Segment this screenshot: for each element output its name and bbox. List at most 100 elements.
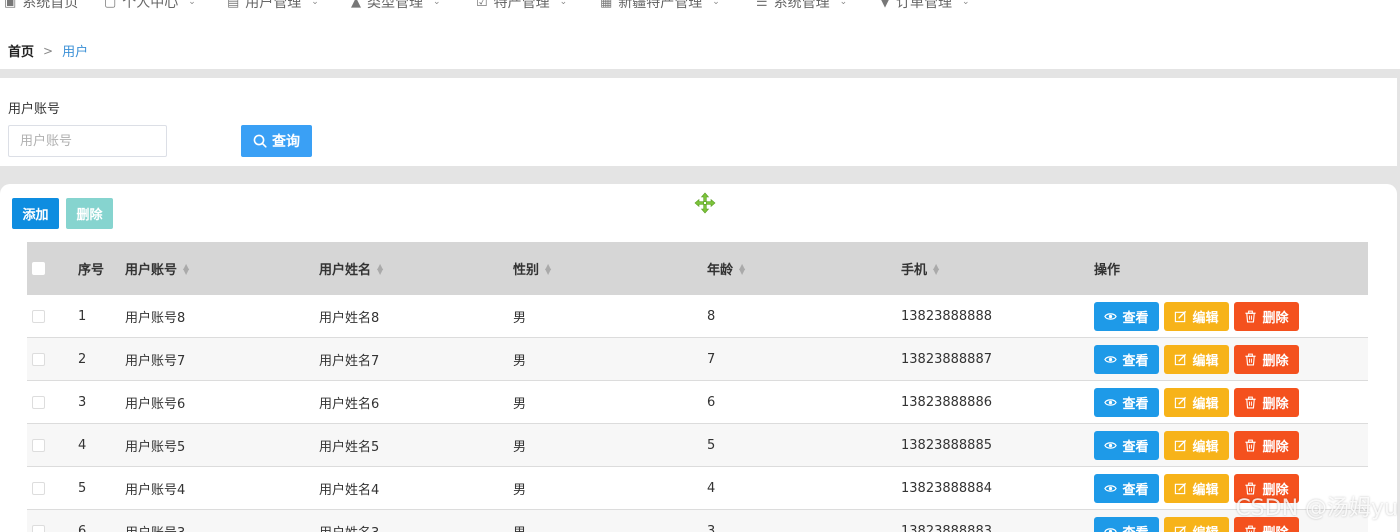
table-row[interactable]: 6 用户账号3 用户姓名3 男 3 13823888883 查看 编辑 删除 (27, 510, 1368, 532)
row-checkbox[interactable] (32, 524, 45, 532)
cell-actions: 查看 编辑 删除 (1094, 338, 1299, 380)
row-checkbox-cell (32, 381, 45, 423)
table-row[interactable]: 2 用户账号7 用户姓名7 男 7 13823888887 查看 编辑 删除 (27, 338, 1368, 381)
nav-item-label: 新疆特产管理 (618, 0, 703, 11)
cell-age: 5 (707, 437, 716, 453)
nav-item-label: 个人中心 (122, 0, 179, 11)
nav-item-label: 系统管理 (773, 0, 830, 11)
delete-button[interactable]: 删除 (1234, 430, 1299, 460)
cell-name: 用户姓名6 (319, 396, 380, 412)
edit-button-label: 编辑 (1192, 439, 1219, 455)
column-header-phone[interactable]: 手机 ▲ ▼ (901, 242, 939, 295)
eye-icon (1104, 484, 1118, 492)
cell-account: 用户账号3 (125, 510, 185, 532)
view-button[interactable]: 查看 (1094, 387, 1159, 417)
cell-name: 用户姓名4 (319, 482, 380, 498)
row-checkbox-cell (32, 295, 45, 337)
view-button[interactable]: 查看 (1094, 473, 1159, 503)
edit-button[interactable]: 编辑 (1164, 387, 1229, 417)
delete-button[interactable]: 删除 (1234, 344, 1299, 374)
table-row[interactable]: 4 用户账号5 用户姓名5 男 5 13823888885 查看 编辑 删除 (27, 424, 1368, 467)
trash-icon (1245, 353, 1257, 365)
cell-name: 用户姓名7 (319, 353, 380, 369)
column-header-age[interactable]: 年龄 ▲ ▼ (707, 242, 745, 295)
sort-icon[interactable]: ▲ ▼ (377, 262, 383, 275)
nav-item-home[interactable]: ▣ 系统首页 (4, 0, 78, 13)
eye-icon (1104, 441, 1118, 449)
select-all-checkbox[interactable] (32, 262, 45, 275)
cell-index: 5 (78, 480, 87, 496)
cell-account: 用户账号4 (125, 482, 186, 498)
row-checkbox-cell (32, 510, 45, 532)
row-checkbox-cell (32, 424, 45, 466)
cell-phone: 13823888884 (901, 480, 992, 496)
breadcrumb-home[interactable]: 首页 (8, 41, 34, 60)
sort-icon[interactable]: ▲ ▼ (545, 262, 551, 275)
search-button-label: 查询 (272, 134, 300, 150)
view-button-label: 查看 (1122, 482, 1149, 498)
batch-delete-button[interactable]: 删除 (66, 198, 113, 229)
sort-icon[interactable]: ▲ ▼ (183, 262, 189, 275)
cell-gender: 男 (513, 310, 527, 326)
nav-item-specialty-management[interactable]: ☑ 特产管理 ⌄ (476, 0, 567, 13)
cell-index: 3 (78, 394, 87, 410)
sort-icon[interactable]: ▲ ▼ (739, 262, 745, 275)
nav-item-order-management[interactable]: ▼ 订单管理 ⌄ (880, 0, 970, 13)
view-button-label: 查看 (1122, 439, 1149, 455)
column-header-name[interactable]: 用户姓名 ▲ ▼ (319, 242, 383, 295)
row-checkbox[interactable] (32, 309, 45, 323)
edit-button[interactable]: 编辑 (1164, 301, 1229, 331)
trash-icon (1245, 439, 1257, 451)
view-button-label: 查看 (1122, 522, 1148, 532)
view-button[interactable]: 查看 (1094, 516, 1159, 532)
row-checkbox[interactable] (32, 352, 45, 366)
view-button[interactable]: 查看 (1094, 430, 1159, 460)
profile-icon: ▢ (104, 0, 117, 10)
sort-icon[interactable]: ▲ ▼ (933, 262, 939, 275)
delete-button[interactable]: 删除 (1234, 387, 1299, 417)
watermark: CSDN @汤姆yu (1235, 496, 1398, 521)
edit-button[interactable]: 编辑 (1164, 516, 1229, 532)
cell-gender: 男 (513, 353, 527, 369)
column-header-gender[interactable]: 性别 ▲ ▼ (513, 242, 551, 295)
delete-button[interactable]: 删除 (1234, 301, 1299, 331)
table-body: 1 用户账号8 用户姓名8 男 8 13823888888 查看 编辑 删除 2 用户账号7 用户姓名… (27, 295, 1368, 532)
nav-item-type-management[interactable]: ▲ 类型管理 ⌄ (351, 0, 441, 13)
nav-item-user-management[interactable]: ▤ 用户管理 ⌄ (227, 0, 319, 13)
column-header-account[interactable]: 用户账号 ▲ ▼ (125, 242, 189, 295)
nav-item-profile[interactable]: ▢ 个人中心 ⌄ (104, 0, 196, 13)
row-checkbox[interactable] (32, 438, 45, 452)
edit-button[interactable]: 编辑 (1164, 473, 1229, 503)
cell-age: 4 (707, 480, 716, 496)
nav-item-xinjiang-specialty[interactable]: ▦ 新疆特产管理 ⌄ (600, 0, 720, 13)
table-row[interactable]: 1 用户账号8 用户姓名8 男 8 13823888888 查看 编辑 删除 (27, 295, 1368, 338)
delete-button-label: 删除 (1262, 310, 1289, 326)
row-checkbox[interactable] (32, 395, 45, 409)
cell-account: 用户账号6 (125, 396, 186, 412)
cell-age: 8 (707, 308, 716, 324)
search-input[interactable] (8, 125, 167, 157)
add-button[interactable]: 添加 (12, 198, 59, 229)
edit-icon (1175, 525, 1187, 532)
move-icon[interactable] (694, 192, 716, 214)
cell-name: 用户姓名5 (319, 439, 380, 455)
view-button[interactable]: 查看 (1094, 301, 1159, 331)
nav-item-label: 用户管理 (245, 0, 302, 11)
row-checkbox[interactable] (32, 481, 45, 495)
edit-button[interactable]: 编辑 (1164, 344, 1229, 374)
table-row[interactable]: 3 用户账号6 用户姓名6 男 6 13823888886 查看 编辑 删除 (27, 381, 1368, 424)
trash-icon (1245, 396, 1257, 408)
view-button[interactable]: 查看 (1094, 344, 1159, 374)
search-button[interactable]: 查询 (241, 125, 312, 157)
cell-name: 用户姓名3 (319, 510, 379, 532)
cell-name: 用户姓名8 (319, 310, 380, 326)
cell-actions: 查看 编辑 删除 (1094, 295, 1299, 337)
table-row[interactable]: 5 用户账号4 用户姓名4 男 4 13823888884 查看 编辑 删除 (27, 467, 1368, 510)
grid-icon: ▦ (600, 0, 613, 10)
eye-icon (1104, 527, 1118, 532)
delete-button-label: 删除 (1262, 522, 1288, 532)
nav-item-system-management[interactable]: ☰ 系统管理 ⌄ (756, 0, 847, 13)
column-header-label: 用户姓名 (319, 263, 372, 278)
edit-button[interactable]: 编辑 (1164, 430, 1229, 460)
edit-icon (1175, 439, 1187, 451)
